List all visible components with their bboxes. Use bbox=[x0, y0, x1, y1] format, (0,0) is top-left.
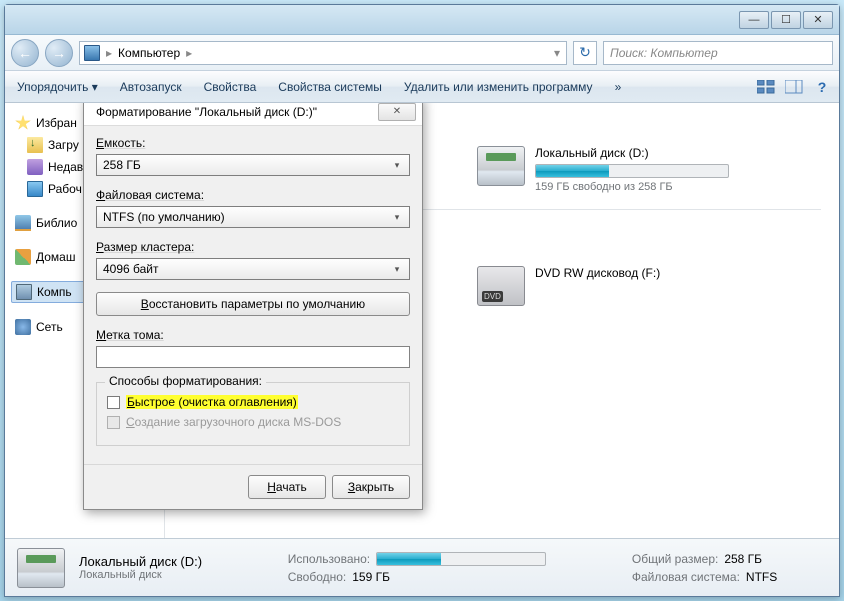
sidebar-label: Рабоч bbox=[48, 182, 82, 196]
forward-button[interactable]: → bbox=[45, 39, 73, 67]
dropdown-arrow-icon: ▾ bbox=[389, 264, 405, 275]
computer-icon bbox=[84, 45, 100, 61]
total-value: 258 ГБ bbox=[724, 552, 762, 566]
maximize-button[interactable]: ☐ bbox=[771, 11, 801, 29]
dialog-close-button[interactable]: ✕ bbox=[378, 103, 416, 121]
format-dialog: Форматирование "Локальный диск (D:)" ✕ Е… bbox=[83, 103, 423, 510]
toolbar-right-icons: ? bbox=[757, 79, 831, 95]
drive-label: Локальный диск (D:) bbox=[535, 146, 729, 160]
sidebar-label: Компь bbox=[37, 285, 72, 299]
address-dropdown-icon[interactable]: ▾ bbox=[552, 46, 562, 60]
minimize-button[interactable]: — bbox=[739, 11, 769, 29]
details-type: Локальный диск bbox=[79, 569, 252, 581]
volume-label-input[interactable] bbox=[96, 346, 410, 368]
sidebar-label: Избран bbox=[36, 116, 77, 130]
capacity-select[interactable]: 258 ГБ ▾ bbox=[96, 154, 410, 176]
used-label: Использовано: bbox=[288, 552, 370, 566]
cluster-select[interactable]: 4096 байт ▾ bbox=[96, 258, 410, 280]
format-options-legend: Способы форматирования: bbox=[105, 374, 266, 388]
start-button[interactable]: Начать bbox=[248, 475, 326, 499]
sidebar-label: Сеть bbox=[36, 320, 63, 334]
network-icon bbox=[15, 319, 31, 335]
cluster-value: 4096 байт bbox=[103, 262, 159, 276]
fs-label: Файловая система: bbox=[632, 570, 740, 584]
breadcrumb-arrow-icon: ▸ bbox=[184, 46, 194, 60]
hard-drive-icon bbox=[477, 146, 525, 186]
main-area: Избран Загру Недав Рабоч Библи bbox=[5, 103, 839, 538]
refresh-button[interactable]: ↻ bbox=[573, 41, 597, 65]
desktop-icon bbox=[27, 181, 43, 197]
autoplay-button[interactable]: Автозапуск bbox=[116, 78, 186, 96]
drive-usage-bar bbox=[535, 164, 729, 178]
organize-menu[interactable]: Упорядочить ▾ bbox=[13, 78, 102, 96]
computer-icon bbox=[16, 284, 32, 300]
dialog-title-text: Форматирование "Локальный диск (D:)" bbox=[96, 105, 317, 119]
capacity-label: Емкость: bbox=[96, 136, 410, 150]
libraries-icon bbox=[15, 215, 31, 231]
quick-format-row[interactable]: Быстрое (очистка оглавления) bbox=[107, 395, 399, 409]
free-value: 159 ГБ bbox=[352, 570, 390, 584]
total-label: Общий размер: bbox=[632, 552, 718, 566]
address-breadcrumb[interactable]: ▸ Компьютер ▸ ▾ bbox=[79, 41, 567, 65]
downloads-icon bbox=[27, 137, 43, 153]
drive-label: DVD RW дисковод (F:) bbox=[535, 266, 729, 280]
back-button[interactable]: ← bbox=[11, 39, 39, 67]
uninstall-programs-button[interactable]: Удалить или изменить программу bbox=[400, 78, 597, 96]
homegroup-icon bbox=[15, 249, 31, 265]
close-button[interactable]: Закрыть bbox=[332, 475, 410, 499]
cluster-label: Размер кластера: bbox=[96, 240, 410, 254]
volume-label-label: Метка тома: bbox=[96, 328, 410, 342]
dvd-drive-icon bbox=[477, 266, 525, 306]
drive-dvd-f[interactable]: DVD RW дисковод (F:) bbox=[473, 262, 733, 310]
sidebar-label: Недав bbox=[48, 160, 83, 174]
quick-format-label: Быстрое (очистка оглавления) bbox=[126, 395, 298, 409]
sidebar-label: Загру bbox=[48, 138, 79, 152]
search-placeholder: Поиск: Компьютер bbox=[610, 46, 718, 60]
drive-free-text: 159 ГБ свободно из 258 ГБ bbox=[535, 181, 729, 193]
properties-button[interactable]: Свойства bbox=[200, 78, 261, 96]
free-label: Свободно: bbox=[288, 570, 347, 584]
details-panel: Локальный диск (D:) Локальный диск Испол… bbox=[5, 538, 839, 596]
star-icon bbox=[15, 115, 31, 131]
msdos-boot-checkbox bbox=[107, 416, 120, 429]
msdos-boot-label: Создание загрузочного диска MS-DOS bbox=[126, 415, 341, 429]
breadcrumb-arrow-icon: ▸ bbox=[104, 46, 114, 60]
toolbar: Упорядочить ▾ Автозапуск Свойства Свойст… bbox=[5, 71, 839, 103]
filesystem-select[interactable]: NTFS (по умолчанию) ▾ bbox=[96, 206, 410, 228]
help-icon[interactable]: ? bbox=[813, 79, 831, 95]
close-window-button[interactable]: ✕ bbox=[803, 11, 833, 29]
dialog-body: Емкость: 258 ГБ ▾ Файловая система: NTFS… bbox=[84, 126, 422, 509]
search-input[interactable]: Поиск: Компьютер bbox=[603, 41, 833, 65]
sidebar-label: Библио bbox=[36, 216, 77, 230]
dialog-titlebar[interactable]: Форматирование "Локальный диск (D:)" ✕ bbox=[84, 103, 422, 126]
dropdown-arrow-icon: ▾ bbox=[389, 160, 405, 171]
system-properties-button[interactable]: Свойства системы bbox=[274, 78, 386, 96]
quick-format-checkbox[interactable] bbox=[107, 396, 120, 409]
details-name: Локальный диск (D:) bbox=[79, 554, 252, 569]
window-controls: — ☐ ✕ bbox=[739, 11, 833, 29]
dialog-footer: Начать Закрыть bbox=[96, 475, 410, 503]
breadcrumb-item[interactable]: Компьютер bbox=[118, 46, 180, 60]
format-options-fieldset: Способы форматирования: Быстрое (очистка… bbox=[96, 382, 410, 446]
filesystem-value: NTFS (по умолчанию) bbox=[103, 210, 225, 224]
navigation-bar: ← → ▸ Компьютер ▸ ▾ ↻ Поиск: Компьютер bbox=[5, 35, 839, 71]
filesystem-label: Файловая система: bbox=[96, 188, 410, 202]
view-icon[interactable] bbox=[757, 79, 775, 95]
restore-defaults-button[interactable]: Восстановить параметры по умолчанию bbox=[96, 292, 410, 316]
used-bar bbox=[376, 552, 546, 566]
dropdown-arrow-icon: ▾ bbox=[389, 212, 405, 223]
recent-icon bbox=[27, 159, 43, 175]
toolbar-more-button[interactable]: » bbox=[611, 78, 626, 96]
sidebar-label: Домаш bbox=[36, 250, 76, 264]
explorer-window: — ☐ ✕ ← → ▸ Компьютер ▸ ▾ ↻ Поиск: Компь… bbox=[4, 4, 840, 597]
preview-pane-icon[interactable] bbox=[785, 79, 803, 95]
msdos-boot-row: Создание загрузочного диска MS-DOS bbox=[107, 415, 399, 429]
fs-value: NTFS bbox=[746, 570, 777, 584]
hard-drive-icon bbox=[17, 548, 65, 588]
capacity-value: 258 ГБ bbox=[103, 158, 141, 172]
drive-local-d[interactable]: Локальный диск (D:) 159 ГБ свободно из 2… bbox=[473, 142, 733, 220]
titlebar: — ☐ ✕ bbox=[5, 5, 839, 35]
